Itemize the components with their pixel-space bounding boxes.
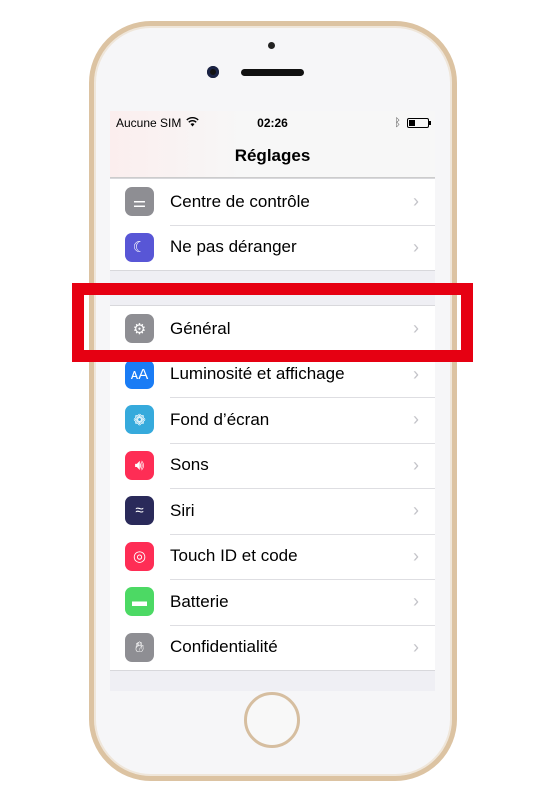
chevron-right-icon: › xyxy=(413,236,419,257)
earpiece-speaker xyxy=(241,69,304,76)
settings-group: ⚌ Centre de contrôle › ☾ Ne pas déranger › xyxy=(110,178,435,271)
speaker-icon: 🔊︎ xyxy=(125,450,154,480)
chevron-right-icon: › xyxy=(413,636,419,657)
chevron-right-icon: › xyxy=(413,454,419,475)
settings-row-fond-decran[interactable]: ❁ Fond d’écran › xyxy=(110,397,435,443)
screen: Aucune SIM 02:26 ᛒ Réglages ⚌ Centre de c… xyxy=(110,111,435,691)
settings-row-confidentialite[interactable]: ✋︎ Confidentialité › xyxy=(110,624,435,671)
highlight-box xyxy=(72,283,473,362)
display-icon: ᴀA xyxy=(125,359,154,389)
row-label: Touch ID et code xyxy=(170,546,298,566)
settings-row-batterie[interactable]: ▬ Batterie › xyxy=(110,579,435,625)
battery-icon: ▬ xyxy=(125,587,154,617)
control-center-icon: ⚌ xyxy=(125,187,154,217)
home-button[interactable] xyxy=(244,692,300,748)
chevron-right-icon: › xyxy=(413,591,419,612)
settings-row-siri[interactable]: ≈ Siri › xyxy=(110,488,435,534)
front-camera xyxy=(207,66,219,78)
hand-icon: ✋︎ xyxy=(125,632,154,662)
page-title: Réglages xyxy=(110,134,435,178)
row-label: Confidentialité xyxy=(170,637,278,657)
proximity-sensor xyxy=(268,42,275,49)
settings-row-sons[interactable]: 🔊︎ Sons › xyxy=(110,442,435,489)
status-bar: Aucune SIM 02:26 ᛒ xyxy=(110,111,435,134)
moon-icon: ☾ xyxy=(125,232,154,262)
chevron-right-icon: › xyxy=(413,545,419,566)
settings-row-touch-id-et-code[interactable]: ◎ Touch ID et code › xyxy=(110,533,435,580)
chevron-right-icon: › xyxy=(413,363,419,384)
chevron-right-icon: › xyxy=(413,409,419,430)
chevron-right-icon: › xyxy=(413,500,419,521)
row-label: Ne pas déranger xyxy=(170,237,297,257)
row-label: Siri xyxy=(170,500,195,520)
row-label: Sons xyxy=(170,455,209,475)
row-label: Fond d’écran xyxy=(170,409,270,429)
row-label: Batterie xyxy=(170,591,229,611)
clock: 02:26 xyxy=(257,115,288,130)
settings-list: ⚌ Centre de contrôle › ☾ Ne pas déranger › ⚙ Gé… xyxy=(110,178,435,671)
settings-row-centre-de-controle[interactable]: ⚌ Centre de contrôle › xyxy=(110,179,435,225)
chevron-right-icon: › xyxy=(413,191,419,212)
fingerprint-icon: ◎ xyxy=(125,541,154,571)
settings-row-ne-pas-deranger[interactable]: ☾ Ne pas déranger › xyxy=(110,224,435,271)
siri-icon: ≈ xyxy=(125,496,154,526)
battery-icon xyxy=(407,117,431,128)
row-label: Centre de contrôle xyxy=(170,191,310,211)
row-label: Luminosité et affichage xyxy=(170,364,345,384)
wallpaper-icon: ❁ xyxy=(125,405,154,435)
